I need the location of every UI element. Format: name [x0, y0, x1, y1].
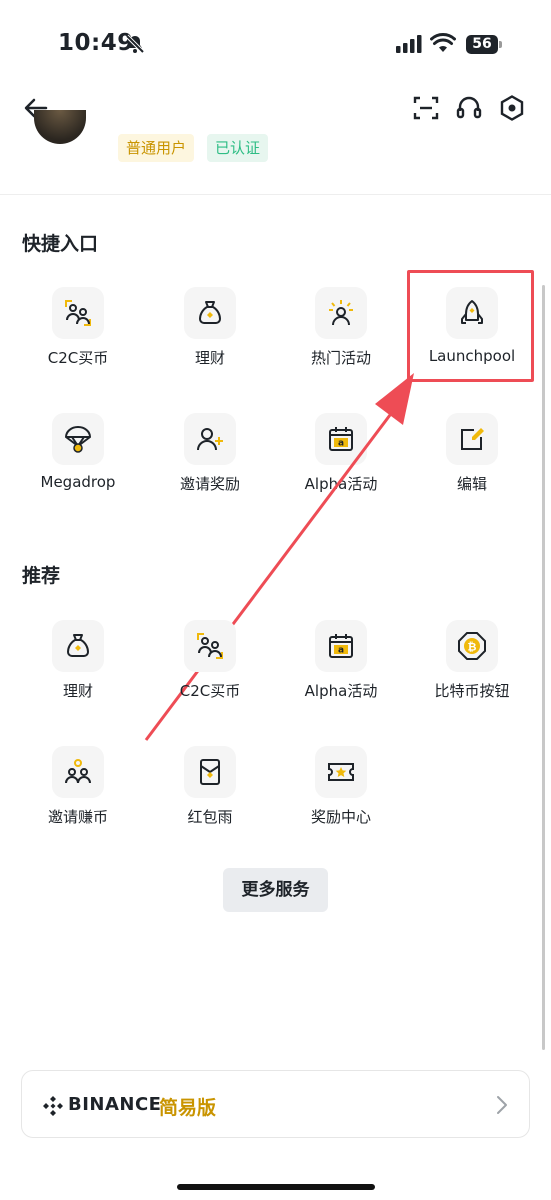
chevron-right-icon: [492, 1094, 512, 1120]
alpha-calendar-icon: a: [315, 620, 367, 672]
recommend-label: C2C买币: [179, 682, 241, 700]
reward-ticket-icon: [315, 746, 367, 798]
avatar[interactable]: [34, 110, 86, 144]
binance-lite-banner[interactable]: BINANCE 简易版: [21, 1070, 530, 1138]
shortcut-earn[interactable]: 理财: [144, 287, 276, 397]
rocket-icon: [446, 287, 498, 339]
shortcut-label: 理财: [194, 349, 225, 367]
c2c-icon: [184, 620, 236, 672]
recommend-label: Alpha活动: [304, 682, 378, 700]
recommend-label: 理财: [62, 682, 93, 700]
c2c-icon: [52, 287, 104, 339]
support-button[interactable]: [455, 94, 483, 122]
recommend-reward-center[interactable]: 奖励中心: [275, 746, 407, 856]
shortcut-invite-reward[interactable]: 邀请奖励: [144, 413, 276, 523]
shortcut-label: Megadrop: [40, 473, 116, 491]
battery-level: 56: [466, 35, 498, 54]
annotation-arrow: [144, 373, 414, 741]
shortcut-label: Alpha活动: [304, 475, 378, 493]
recommend-label: 比特币按钮: [434, 682, 510, 700]
svg-text:a: a: [338, 646, 344, 656]
lite-mode-text: 简易版: [159, 1097, 217, 1119]
recommend-alpha-activity[interactable]: a Alpha活动: [275, 620, 407, 730]
scan-icon: [413, 96, 439, 120]
status-bar: 10:49 56: [0, 0, 551, 88]
lite-brand-text: BINANCE: [68, 1094, 162, 1115]
invite-user-icon: [184, 413, 236, 465]
scrollbar[interactable]: [542, 285, 545, 1050]
shortcut-label: Launchpool: [428, 347, 516, 365]
recommend-label: 邀请赚币: [47, 808, 108, 826]
svg-text:₿: ₿: [468, 641, 477, 654]
bell-muted-icon: [124, 33, 146, 59]
shortcut-label: 邀请奖励: [179, 475, 240, 493]
earn-bag-icon: [52, 620, 104, 672]
svg-text:a: a: [338, 439, 344, 449]
status-time: 10:49: [58, 30, 134, 56]
binance-logo-icon: [42, 1095, 64, 1121]
recommend-earn[interactable]: 理财: [12, 620, 144, 730]
earn-bag-icon: [184, 287, 236, 339]
shortcut-c2c[interactable]: C2C买币: [12, 287, 144, 397]
recommend-red-packet[interactable]: 红包雨: [144, 746, 276, 856]
shortcut-label: C2C买币: [47, 349, 109, 367]
shortcut-alpha-activity[interactable]: a Alpha活动: [275, 413, 407, 523]
invite-earn-icon: [52, 746, 104, 798]
shortcut-label: 编辑: [456, 475, 487, 493]
headset-icon: [456, 96, 482, 119]
verified-badge: 已认证: [207, 134, 269, 162]
recommended-title: 推荐: [22, 565, 61, 587]
scan-button[interactable]: [412, 94, 440, 122]
recommend-bitcoin-button[interactable]: ₿ 比特币按钮: [406, 620, 538, 730]
red-packet-icon: [184, 746, 236, 798]
quick-access-title: 快捷入口: [22, 233, 99, 255]
cellular-signal-icon: [396, 35, 422, 57]
hexagon-settings-icon: [500, 95, 524, 121]
wifi-icon: [430, 33, 456, 57]
home-indicator[interactable]: [177, 1184, 375, 1190]
shortcut-hot-activity[interactable]: 热门活动: [275, 287, 407, 397]
parachute-icon: [52, 413, 104, 465]
shortcut-megadrop[interactable]: Megadrop: [12, 413, 144, 523]
recommend-label: 红包雨: [187, 808, 233, 826]
shortcut-launchpool[interactable]: Launchpool: [406, 287, 538, 397]
recommend-c2c[interactable]: C2C买币: [144, 620, 276, 730]
hot-activity-icon: [315, 287, 367, 339]
battery-tip: [499, 41, 502, 48]
battery-indicator: 56: [466, 35, 502, 54]
shortcut-label: 热门活动: [310, 349, 371, 367]
more-services-button[interactable]: 更多服务: [223, 868, 328, 912]
settings-button[interactable]: [498, 94, 526, 122]
edit-icon: [446, 413, 498, 465]
bitcoin-button-icon: ₿: [446, 620, 498, 672]
user-level-badge: 普通用户: [118, 134, 195, 162]
shortcut-edit[interactable]: 编辑: [406, 413, 538, 523]
divider: [0, 194, 551, 195]
recommend-label: 奖励中心: [310, 808, 371, 826]
alpha-calendar-icon: a: [315, 413, 367, 465]
recommend-invite-earn[interactable]: 邀请赚币: [12, 746, 144, 856]
